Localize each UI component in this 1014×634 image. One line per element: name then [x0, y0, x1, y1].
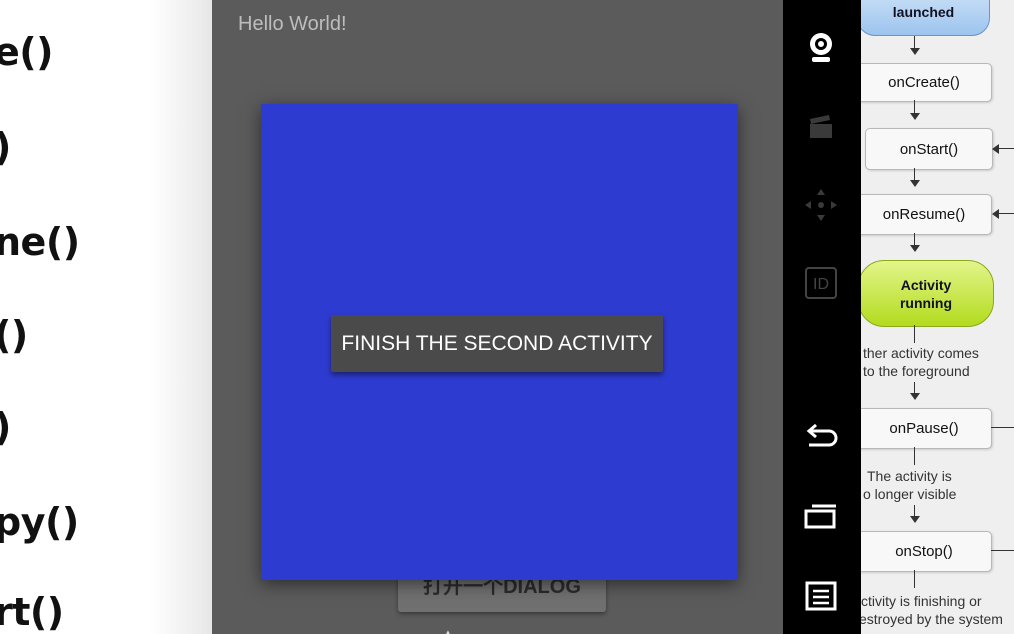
method-label: py() — [0, 500, 79, 544]
emulator-navbar: ID — [783, 0, 861, 634]
id-icon[interactable]: ID — [802, 264, 840, 302]
finishing-note-2: estroyed by the system — [861, 611, 1003, 627]
oncreate-node: onCreate() — [861, 63, 992, 102]
method-label: e() — [0, 30, 54, 74]
foreground-note-1: ther activity comes — [863, 345, 979, 361]
arrow-down-icon — [910, 245, 920, 252]
arrow-left-icon — [992, 209, 999, 219]
method-label: rt() — [0, 590, 64, 634]
arrow-down-icon — [910, 48, 920, 55]
method-label: ) — [0, 125, 11, 169]
connector-line — [914, 168, 915, 180]
arrow-down-icon — [910, 180, 920, 187]
finishing-note-1: ctivity is finishing or — [861, 593, 982, 609]
running-label-line1: Activity — [900, 276, 952, 293]
hello-world-text: Hello World! — [238, 13, 347, 35]
arrow-down-icon — [910, 516, 920, 523]
activity-running-node: Activity running — [861, 260, 994, 327]
connector-line — [914, 36, 915, 48]
finish-second-activity-button[interactable]: FINISH THE SECOND ACTIVITY — [331, 315, 663, 372]
running-label-line2: running — [899, 294, 953, 311]
onstart-node: onStart() — [865, 128, 993, 170]
invisible-note-2: o longer visible — [863, 486, 957, 502]
lifecycle-diagram: launched onCreate() onStart() onResume()… — [861, 0, 1014, 634]
onstop-node: onStop() — [861, 531, 992, 572]
method-label: ) — [0, 405, 11, 449]
method-label: () — [0, 313, 28, 357]
emulator-screen: Hello World! 打开一个DIALOG FINISH THE SECON… — [212, 0, 783, 634]
arrow-left-icon — [992, 144, 999, 154]
foreground-note-2: to the foreground — [863, 363, 970, 379]
activity-launched-node: launched — [861, 0, 990, 36]
camera-icon[interactable] — [802, 28, 840, 66]
panel-shadow — [150, 0, 212, 634]
arrow-down-icon — [910, 113, 920, 120]
invisible-note-1: The activity is — [867, 468, 952, 484]
menu-icon[interactable] — [802, 576, 840, 614]
back-icon[interactable] — [802, 418, 840, 456]
connector-line — [914, 505, 915, 516]
connector-line — [991, 427, 1014, 428]
dpad-icon[interactable] — [802, 186, 840, 224]
connector-line — [914, 233, 915, 245]
onresume-node: onResume() — [861, 194, 992, 235]
onpause-node: onPause() — [861, 408, 992, 449]
recent-apps-icon[interactable] — [802, 497, 840, 535]
method-label: ne() — [0, 220, 80, 264]
dialog-window: FINISH THE SECOND ACTIVITY — [261, 104, 738, 580]
id-icon-label: ID — [813, 276, 829, 293]
connector-line — [914, 325, 915, 343]
connector-line — [914, 382, 915, 393]
connector-line — [999, 213, 1014, 214]
arrow-down-icon — [910, 393, 920, 400]
caret-icon: ▲ — [444, 628, 452, 634]
connector-line — [914, 570, 915, 588]
connector-line — [999, 148, 1014, 149]
clapperboard-icon[interactable] — [802, 108, 840, 146]
connector-line — [914, 447, 915, 465]
connector-line — [991, 550, 1014, 551]
connector-line — [914, 100, 915, 113]
slide-panel: e() ) ne() () ) py() rt() — [0, 0, 212, 634]
